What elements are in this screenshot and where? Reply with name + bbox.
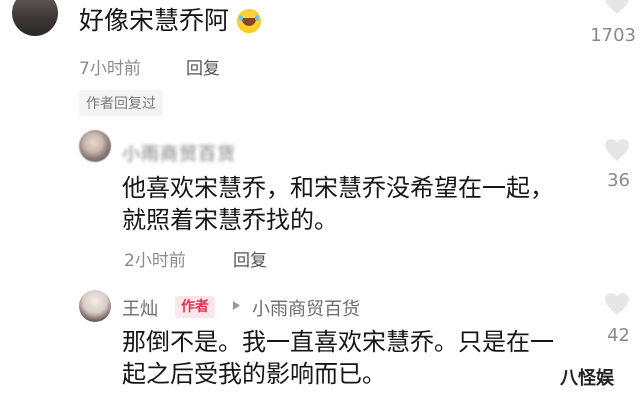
heart-icon[interactable]: [604, 0, 630, 15]
comment-1-text: 好像宋慧乔阿: [79, 6, 230, 35]
comment-2-reply-button[interactable]: 回复: [233, 246, 267, 271]
laughing-tears-emoji-icon: [236, 9, 261, 33]
comment-2-text: 他喜欢宋慧乔，和宋慧乔没希望在一起， 就照着宋慧乔找的。: [122, 172, 554, 236]
avatar-commenter-2[interactable]: [79, 130, 111, 162]
reply-to-username[interactable]: 小雨商贸百货: [252, 295, 360, 321]
heart-icon[interactable]: [604, 138, 630, 162]
comment-1-time: 7小时前: [79, 59, 141, 79]
comment-2-time: 2小时前: [124, 251, 186, 271]
author-username[interactable]: 王灿: [122, 295, 158, 321]
comment-1: 好像宋慧乔阿: [79, 5, 261, 37]
comment-3-text: 那倒不是。我一直喜欢宋慧乔。只是在一 起之后受我的影响而已。: [122, 326, 554, 390]
comment-2-text-line-2: 就照着宋慧乔找的。: [122, 206, 338, 234]
comment-2-username[interactable]: 小雨商贸百货: [122, 140, 236, 166]
comment-2-like-count: 36: [607, 170, 630, 191]
comment-3-like-count: 42: [607, 325, 630, 346]
comment-1-like-count: 1703: [590, 25, 636, 46]
author-badge: 作者: [175, 296, 215, 318]
comment-1-reply-button[interactable]: 回复: [186, 54, 220, 79]
watermark-text: 八怪娱: [560, 368, 614, 389]
author-replied-tag: 作者回复过: [79, 90, 163, 116]
comment-3-text-line-2: 起之后受我的影响而已。: [122, 360, 386, 388]
triangle-right-icon: [232, 301, 241, 310]
comment-2-text-line-1: 他喜欢宋慧乔，和宋慧乔没希望在一起，: [122, 174, 554, 202]
avatar-commenter-1[interactable]: [12, 0, 58, 36]
comment-3-text-line-1: 那倒不是。我一直喜欢宋慧乔。只是在一: [122, 328, 554, 356]
heart-icon[interactable]: [604, 292, 630, 316]
avatar-author[interactable]: [79, 290, 111, 322]
